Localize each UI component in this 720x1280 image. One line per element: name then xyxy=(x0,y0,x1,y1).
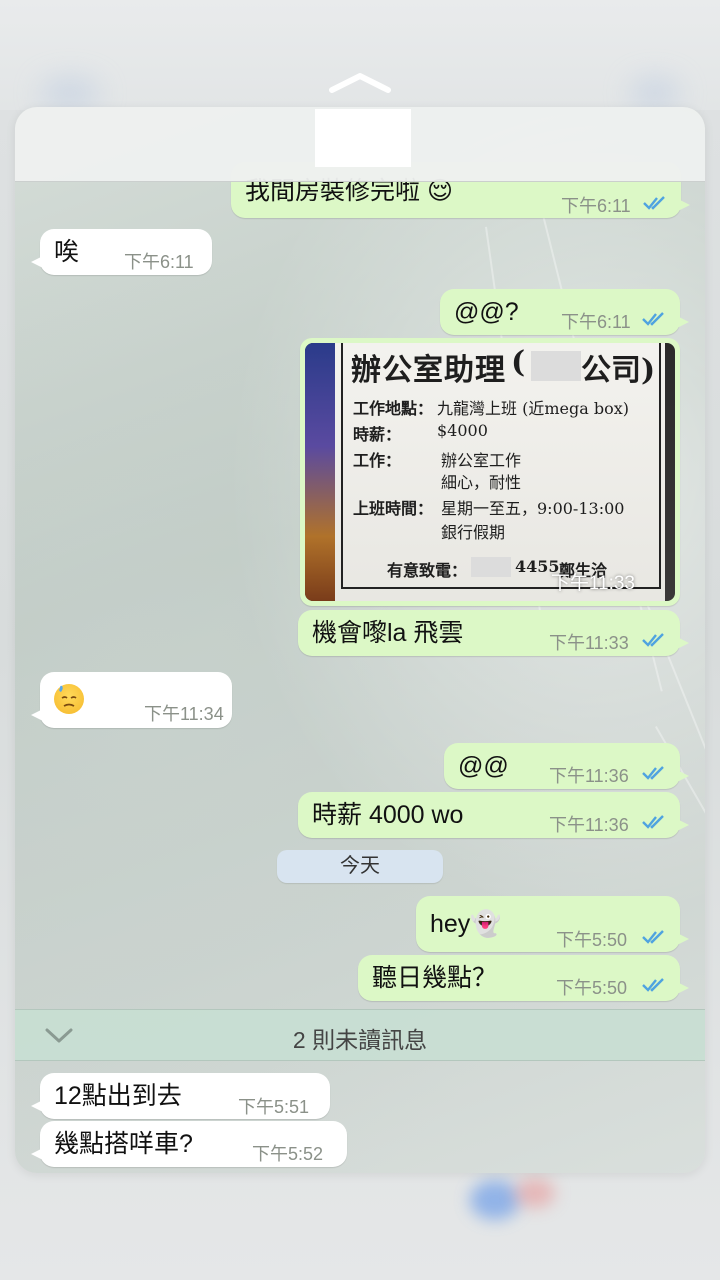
message-time: 下午11:33 xyxy=(550,573,635,594)
chat-header[interactable] xyxy=(15,107,705,182)
redacted-company xyxy=(531,351,581,381)
read-ticks-icon xyxy=(642,930,664,944)
message-time: 下午5:52 xyxy=(252,1144,324,1164)
downcast-sweat-face-icon xyxy=(54,684,84,714)
background-blur-shape xyxy=(630,78,680,108)
chevron-up-icon[interactable] xyxy=(328,70,392,94)
message-bubble-incoming[interactable]: 幾點搭咩車? 下午5:52 xyxy=(31,1121,347,1167)
job-ad-photo[interactable]: 辦公室助理 ( 公司) 工作地點： 九龍灣上班 (近mega box) 時薪： … xyxy=(305,343,675,601)
read-ticks-icon xyxy=(642,815,664,829)
background-blur-shape xyxy=(515,1178,555,1208)
message-time: 下午11:36 xyxy=(549,766,629,786)
photo-poster-edge xyxy=(305,343,335,601)
message-bubble-outgoing[interactable]: hey👻 下午5:50 xyxy=(416,896,689,952)
background-blur-shape xyxy=(470,1180,520,1220)
read-ticks-icon xyxy=(642,312,664,326)
message-time: 下午6:11 xyxy=(561,312,631,332)
message-bubble-outgoing[interactable]: 機會嚟la 飛雲 下午11:33 xyxy=(298,610,689,656)
message-text: 機會嚟la 飛雲 xyxy=(312,619,464,647)
photo-work-label: 工作： xyxy=(353,451,402,470)
photo-hours-value: 星期一至五，9:00-13:00 xyxy=(441,499,625,518)
read-ticks-icon xyxy=(642,978,664,992)
unread-count-label: 2 則未讀訊息 xyxy=(292,1027,428,1053)
message-text: 唉 xyxy=(54,238,80,266)
photo-message-bubble[interactable]: 辦公室助理 ( 公司) 工作地點： 九龍灣上班 (近mega box) 時薪： … xyxy=(300,338,680,606)
message-bubble-outgoing[interactable]: @@ 下午11:36 xyxy=(444,743,689,789)
message-time: 下午6:11 xyxy=(561,196,631,216)
unread-messages-banner[interactable]: 2 則未讀訊息 xyxy=(15,1009,705,1061)
read-ticks-icon xyxy=(642,766,664,780)
chat-preview-card[interactable]: 我間房裝修完啦 😌 下午6:11 唉 下午6:11 @@? 下午6:11 辦公室… xyxy=(15,107,705,1173)
photo-contact-label: 有意致電： xyxy=(387,561,468,580)
photo-wage-value: $4000 xyxy=(437,421,488,440)
photo-work-value: 辦公室工作 xyxy=(441,451,522,470)
message-bubble-incoming[interactable]: 12點出到去 下午5:51 xyxy=(31,1073,330,1119)
message-text: hey👻 xyxy=(430,910,502,938)
message-time: 下午11:36 xyxy=(549,815,629,835)
message-text: 幾點搭咩車? xyxy=(54,1130,193,1158)
message-text: @@? xyxy=(454,298,519,326)
read-ticks-icon xyxy=(643,196,665,210)
photo-hours-label: 上班時間： xyxy=(353,499,434,518)
message-time: 下午5:50 xyxy=(556,978,628,998)
photo-location-value: 九龍灣上班 (近mega box) xyxy=(437,399,629,418)
message-text: 時薪 4000 wo xyxy=(312,801,464,829)
photo-wage-label: 時薪： xyxy=(353,425,402,444)
photo-hours-value: 銀行假期 xyxy=(441,523,506,542)
message-bubble-outgoing[interactable]: 聽日幾點？ 下午5:50 xyxy=(358,955,689,1001)
message-bubble-outgoing[interactable]: 時薪 4000 wo 下午11:36 xyxy=(298,792,689,838)
message-time: 下午6:11 xyxy=(124,252,194,272)
photo-location-label: 工作地點： xyxy=(353,399,434,418)
message-bubble-incoming[interactable]: 下午11:34 xyxy=(31,672,232,728)
photo-title-company: 公司) xyxy=(581,353,656,388)
date-separator: 今天 xyxy=(277,850,443,883)
message-time: 下午11:33 xyxy=(549,633,629,653)
message-time: 下午11:34 xyxy=(144,704,224,724)
message-text: @@ xyxy=(458,752,509,780)
message-text: 12點出到去 xyxy=(54,1082,182,1110)
message-time: 下午5:50 xyxy=(556,930,628,950)
message-text: 聽日幾點？ xyxy=(372,964,498,992)
message-bubble-incoming[interactable]: 唉 下午6:11 xyxy=(31,229,212,275)
photo-title: 辦公室助理 xyxy=(351,353,506,388)
photo-work-value: 細心，耐性 xyxy=(441,473,522,492)
read-ticks-icon xyxy=(642,633,664,647)
redacted-phone xyxy=(471,557,511,577)
message-bubble-outgoing[interactable]: @@? 下午6:11 xyxy=(440,289,689,335)
background-blur-shape xyxy=(40,78,100,108)
message-time: 下午5:51 xyxy=(238,1097,310,1117)
photo-title-paren: ( xyxy=(511,345,526,380)
redacted-contact-name xyxy=(315,109,411,167)
